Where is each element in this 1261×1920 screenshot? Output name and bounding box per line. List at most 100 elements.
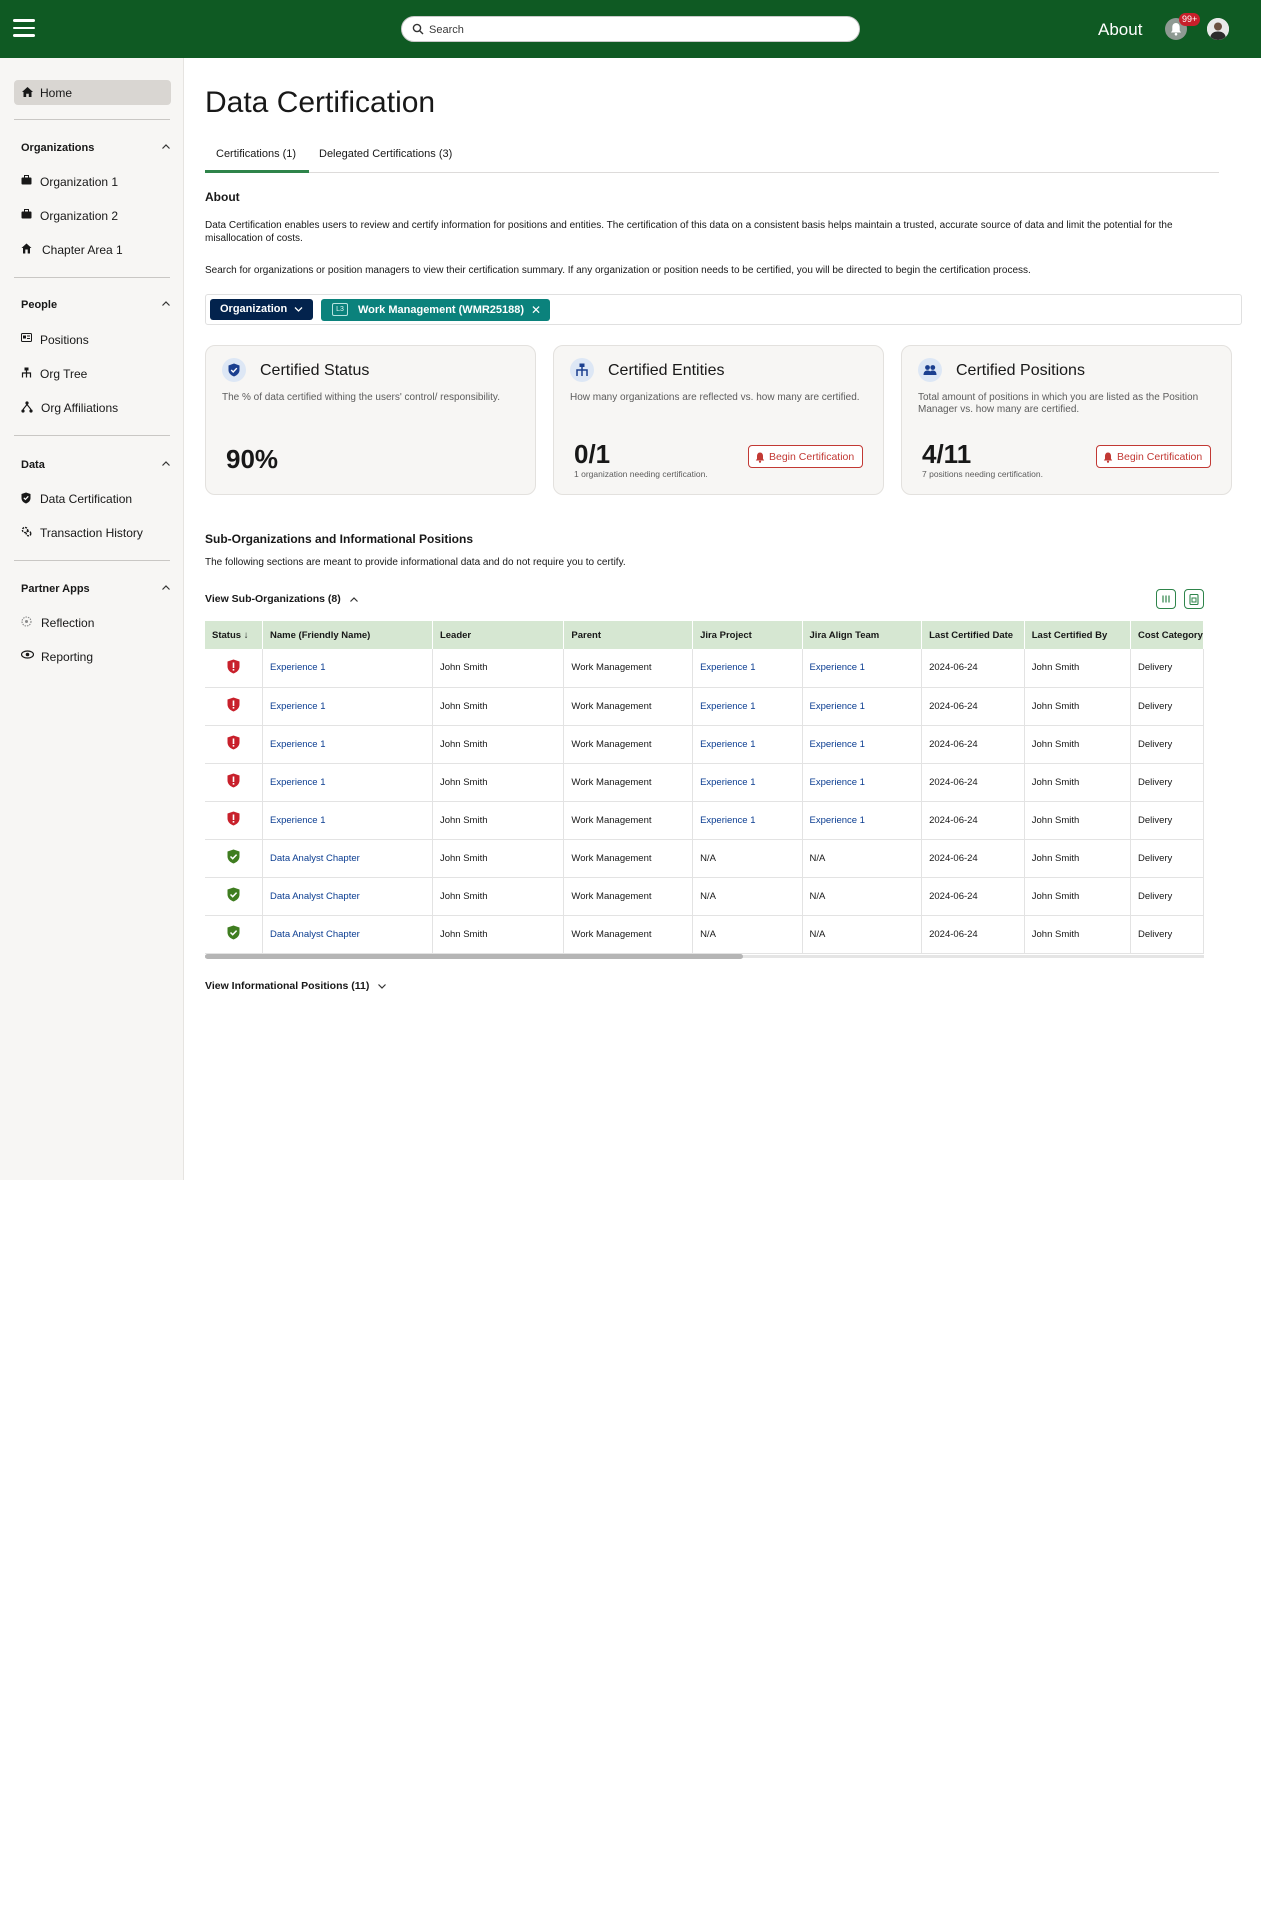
people-icon [918,358,942,382]
jira-project-link[interactable]: Experience 1 [700,701,755,712]
card-title: Certified Positions [956,362,1085,379]
column-settings-button[interactable] [1156,589,1176,609]
menu-icon[interactable] [13,19,35,37]
jira-project-link[interactable]: Experience 1 [700,815,755,826]
jira-align-team-link[interactable]: Experience 1 [810,777,865,788]
status-cell [205,687,264,726]
column-header-cost-category[interactable]: Cost Category [1130,621,1204,649]
jira-align-team-cell: Experience 1 [802,801,923,840]
leader-cell: John Smith [432,687,565,726]
section-people[interactable]: People [21,299,171,311]
export-button[interactable] [1184,589,1204,609]
sidebar-item-org-affiliations[interactable]: Org Affiliations [21,398,171,418]
column-header-status[interactable]: Status ↓ [205,621,264,649]
jira-align-team-link[interactable]: Experience 1 [810,662,865,673]
section-organizations[interactable]: Organizations [21,142,171,154]
button-label: Begin Certification [1117,451,1203,463]
verified-shield-icon [227,887,240,902]
view-informational-positions-toggle[interactable]: View Informational Positions (11) [205,980,387,992]
jira-project-cell: Experience 1 [692,725,803,764]
name-link[interactable]: Data Analyst Chapter [270,891,360,902]
jira-align-team-link[interactable]: Experience 1 [810,701,865,712]
jira-align-team-cell: Experience 1 [802,763,923,802]
filter-type-dropdown[interactable]: Organization [210,299,313,320]
name-cell: Data Analyst Chapter [262,877,433,916]
column-header-last-certified-by[interactable]: Last Certified By [1024,621,1131,649]
card-description: How many organizations are reflected vs.… [570,392,860,403]
tab-delegated-certifications[interactable]: Delegated Certifications (3) [319,148,452,160]
sidebar-item-organization-1[interactable]: Organization 1 [21,172,171,192]
parent-cell: Work Management [563,687,694,726]
sidebar-item-chapter-area-1[interactable]: Chapter Area 1 [21,240,171,260]
name-link[interactable]: Data Analyst Chapter [270,853,360,864]
cost-category-cell: Delivery [1130,687,1204,726]
jira-align-team-cell: Experience 1 [802,649,923,688]
column-header-parent[interactable]: Parent [563,621,694,649]
column-header-leader[interactable]: Leader [432,621,565,649]
status-cell [205,763,264,802]
last-certified-date-cell: 2024-06-24 [921,763,1025,802]
sidebar-item-reporting[interactable]: Reporting [21,647,171,667]
column-header-jira-project[interactable]: Jira Project [692,621,803,649]
table-row: Experience 1 John Smith Work Management Exp… [205,649,1204,688]
sidebar-item-data-certification[interactable]: Data Certification [21,489,171,509]
begin-certification-entities-button[interactable]: Begin Certification [748,445,863,468]
section-data[interactable]: Data [21,459,171,471]
card-certified-positions: Certified Positions Total amount of posi… [901,345,1232,495]
name-link[interactable]: Experience 1 [270,777,325,788]
name-link[interactable]: Experience 1 [270,739,325,750]
jira-project-link[interactable]: Experience 1 [700,739,755,750]
sidebar-item-reflection[interactable]: Reflection [21,613,171,633]
jira-project-link[interactable]: Experience 1 [700,662,755,673]
begin-certification-positions-button[interactable]: Begin Certification [1096,445,1211,468]
active-tab-indicator [205,170,309,173]
briefcase-icon [21,175,32,185]
name-link[interactable]: Experience 1 [270,662,325,673]
section-partner-apps[interactable]: Partner Apps [21,583,171,595]
column-header-last-certified-date[interactable]: Last Certified Date [921,621,1025,649]
top-bar: About 99+ [0,0,1261,58]
avatar[interactable] [1207,18,1229,40]
selected-organization-pill: L3 Work Management (WMR25188) ✕ [321,299,550,321]
home-icon [22,87,33,97]
sidebar-item-transaction-history[interactable]: Transaction History [21,523,171,543]
search-icon [412,23,424,35]
selected-organization-label: Work Management (WMR25188) [358,304,525,316]
name-link[interactable]: Experience 1 [270,815,325,826]
table-row: Experience 1 John Smith Work Management Exp… [205,801,1204,840]
leader-cell: John Smith [432,725,565,764]
card-description: The % of data certified withing the user… [222,392,500,403]
table-row: Data Analyst Chapter John Smith Work Manag… [205,915,1204,954]
remove-filter-close-icon[interactable]: ✕ [531,303,541,317]
global-search[interactable] [401,16,860,42]
sidebar-item-org-tree[interactable]: Org Tree [21,364,171,384]
sort-down-arrow-icon[interactable]: ↓ [244,630,249,641]
card-description: Total amount of positions in which you a… [918,392,1199,415]
toggle-label: View Sub-Organizations (8) [205,593,341,605]
filter-bar[interactable]: Organization L3 Work Management (WMR2518… [205,294,1242,325]
name-link[interactable]: Experience 1 [270,701,325,712]
jira-project-link[interactable]: Experience 1 [700,777,755,788]
horizontal-scrollbar-thumb[interactable] [205,954,743,959]
search-input[interactable] [429,21,849,38]
jira-align-team-link[interactable]: Experience 1 [810,815,865,826]
column-header-name[interactable]: Name (Friendly Name) [262,621,433,649]
about-link[interactable]: About [1098,20,1142,40]
sidebar-item-positions[interactable]: Positions [21,330,171,350]
sidebar-item-organization-2[interactable]: Organization 2 [21,206,171,226]
last-certified-date-cell: 2024-06-24 [921,839,1025,878]
card-certified-entities: Certified Entities How many organization… [553,345,884,495]
sidebar-item-home[interactable]: Home [14,80,171,105]
name-cell: Experience 1 [262,649,433,688]
last-certified-by-cell: John Smith [1024,649,1131,688]
chevron-up-icon [349,596,358,602]
chevron-up-icon [162,585,170,590]
name-link[interactable]: Data Analyst Chapter [270,929,360,940]
section-title: Partner Apps [21,583,90,595]
tab-certifications[interactable]: Certifications (1) [216,148,296,160]
jira-align-team-link[interactable]: Experience 1 [810,739,865,750]
table-row: Experience 1 John Smith Work Management Exp… [205,687,1204,726]
column-header-jira-align-team[interactable]: Jira Align Team [802,621,923,649]
parent-cell: Work Management [563,763,694,802]
view-sub-organizations-toggle[interactable]: View Sub-Organizations (8) [205,593,359,605]
